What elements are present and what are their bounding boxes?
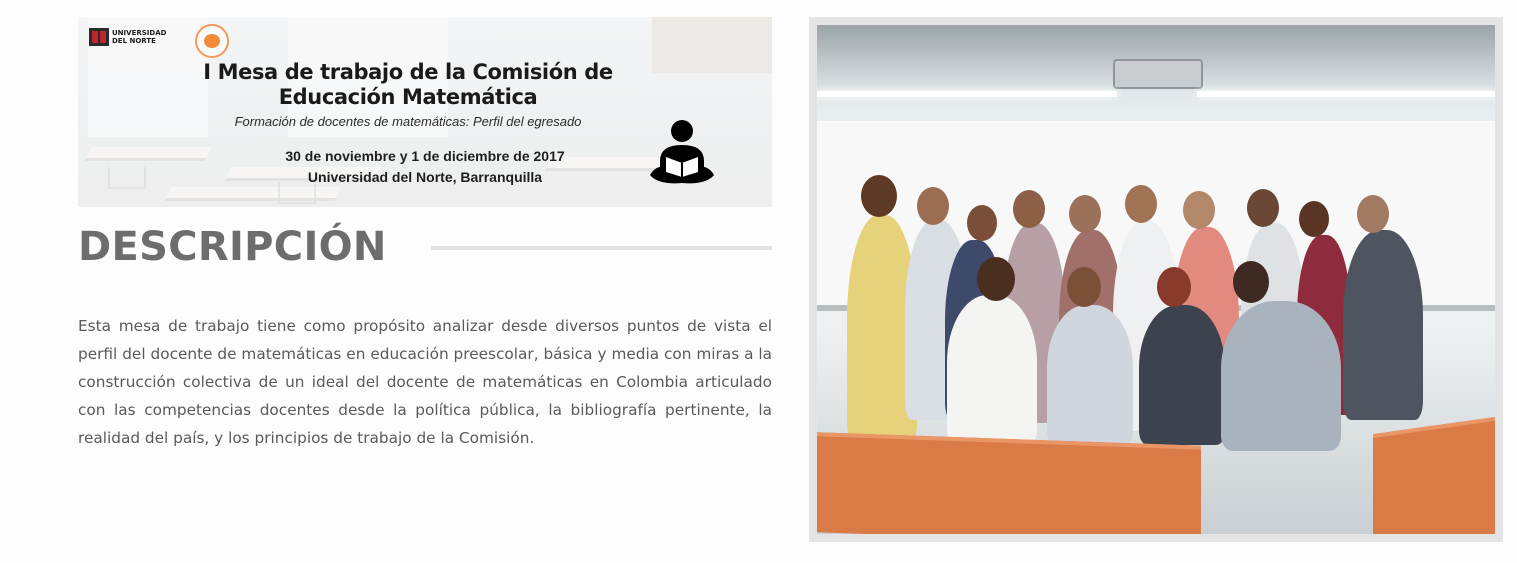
photo-head	[1299, 201, 1329, 237]
photo-light	[1197, 91, 1495, 97]
reader-icon	[650, 120, 714, 184]
photo-head	[1067, 267, 1101, 307]
photo-head	[1233, 261, 1269, 303]
photo-head	[1069, 195, 1101, 233]
photo-head	[1125, 185, 1157, 223]
photo-person	[1221, 301, 1341, 451]
un-logo-mark	[89, 28, 109, 46]
universidad-del-norte-logo: UNIVERSIDAD DEL NORTE	[89, 28, 176, 46]
photo-projector	[1113, 59, 1203, 89]
banner-date: 30 de noviembre y 1 de diciembre de 2017	[285, 148, 565, 164]
photo-desk	[817, 432, 1201, 534]
photo-head	[861, 175, 897, 217]
group-photo-frame	[809, 17, 1503, 542]
photo-person	[947, 295, 1037, 445]
photo-desk	[1373, 415, 1495, 534]
event-banner: UNIVERSIDAD DEL NORTE I Mesa de trabajo …	[78, 17, 772, 207]
banner-title: I Mesa de trabajo de la Comisión de Educ…	[203, 60, 613, 109]
photo-light	[817, 91, 1117, 97]
photo-head	[917, 187, 949, 225]
photo-head	[1247, 189, 1279, 227]
photo-head	[977, 257, 1015, 301]
photo-head	[1013, 190, 1045, 228]
un-logo-text: UNIVERSIDAD DEL NORTE	[112, 29, 167, 45]
description-heading: DESCRIPCIÓN	[78, 224, 387, 270]
photo-person	[1343, 230, 1423, 420]
banner-subtitle: Formación de docentes de matemáticas: Pe…	[234, 114, 582, 129]
heading-divider	[431, 246, 772, 250]
description-text: Esta mesa de trabajo tiene como propósit…	[78, 317, 772, 447]
photo-head	[1157, 267, 1191, 307]
group-photo	[817, 25, 1495, 534]
photo-head	[1183, 191, 1215, 229]
photo-head	[967, 205, 997, 241]
photo-person	[1139, 305, 1225, 445]
photo-person	[1047, 305, 1133, 445]
comision-logo	[195, 24, 229, 58]
photo-head	[1357, 195, 1389, 233]
banner-place: Universidad del Norte, Barranquilla	[307, 169, 543, 185]
